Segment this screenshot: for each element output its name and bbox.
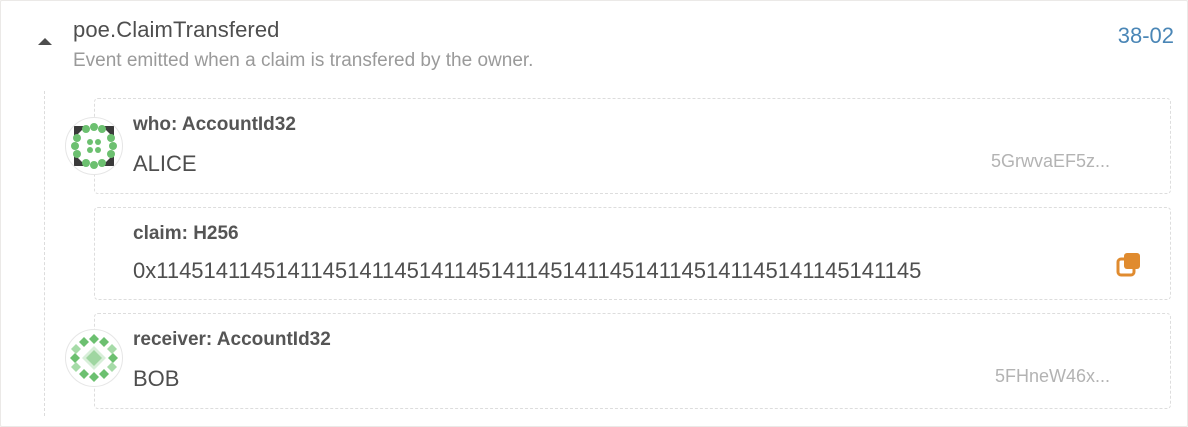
identicon-alice-icon[interactable] [65,117,123,175]
event-card: poe.ClaimTransfered Event emitted when a… [0,0,1188,427]
param-label: receiver: AccountId32 [133,329,331,350]
account-address[interactable]: 5FHneW46x... [995,366,1110,387]
indent-guide [44,91,45,416]
event-description: Event emitted when a claim is transfered… [73,50,534,71]
collapse-toggle-icon[interactable] [38,38,52,45]
param-value: BOB [133,366,180,391]
copy-icon[interactable] [1116,251,1142,277]
param-who: who: AccountId32 ALICE 5GrwvaEF5z... [94,98,1171,194]
param-label: claim: H256 [133,223,239,244]
account-address[interactable]: 5GrwvaEF5z... [991,151,1110,172]
param-claim: claim: H256 0x11451411451411451411451411… [94,207,1171,300]
param-value: ALICE [133,151,197,176]
event-title: poe.ClaimTransfered [73,17,280,42]
block-link[interactable]: 38-02 [1118,23,1174,49]
param-label: who: AccountId32 [133,114,296,135]
identicon-bob-icon[interactable] [65,329,123,387]
hash-value: 0x11451411451411451411451411451411451411… [133,258,922,283]
param-receiver: receiver: AccountId32 BOB 5FHneW46x... [94,313,1171,409]
